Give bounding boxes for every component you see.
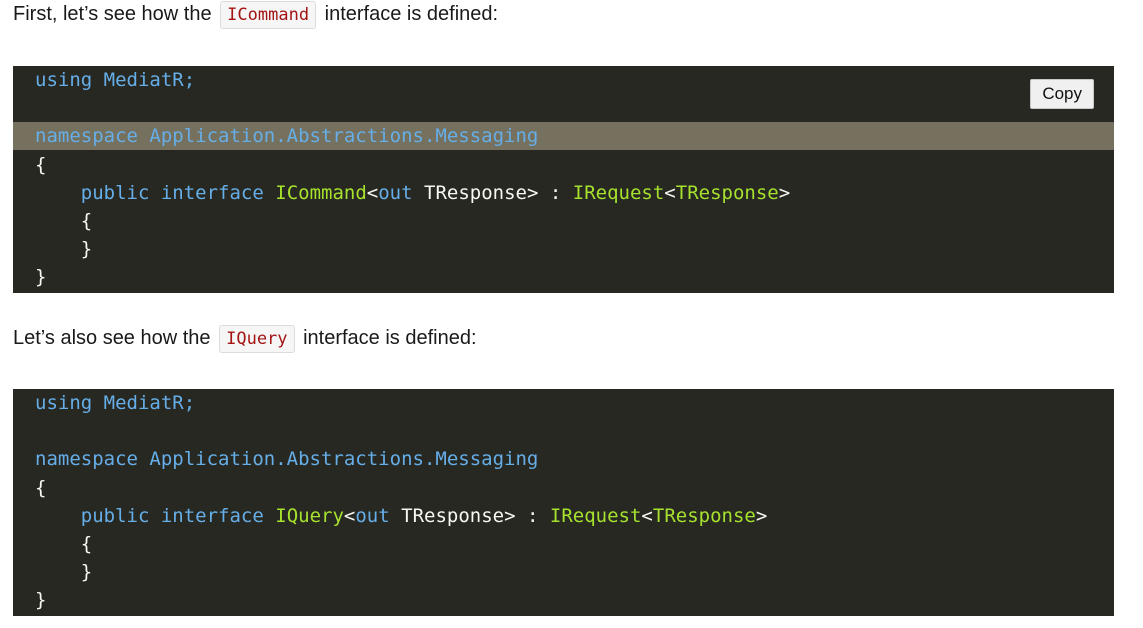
base-type-arg-tresponse: TResponse — [675, 182, 779, 204]
close-brace: } — [35, 589, 47, 611]
namespace-mediatr: MediatR; — [103, 69, 196, 91]
colon: : — [549, 182, 562, 204]
code-line-interface-declaration: public interface IQuery<out TResponse> :… — [13, 502, 1114, 530]
code-line-close-brace: } — [13, 263, 1114, 291]
code-line-interface-declaration: public interface ICommand<out TResponse>… — [13, 179, 1114, 207]
code-line-inner-open-brace: { — [13, 530, 1114, 558]
code-block-iquery: using MediatR; namespace Application.Abs… — [13, 389, 1114, 616]
keyword-interface: interface — [160, 505, 264, 527]
generic-open: < — [641, 505, 653, 527]
inner-close-brace: } — [80, 238, 93, 260]
type-param-tresponse: TResponse — [401, 505, 505, 527]
generic-close: > — [526, 182, 539, 204]
inline-code-iquery: IQuery — [219, 325, 295, 353]
code-block-icommand: Copy using MediatR; namespace Applicatio… — [13, 66, 1114, 293]
code-line-open-brace: { — [13, 151, 1114, 179]
generic-close: > — [778, 182, 791, 204]
generic-close: > — [504, 505, 516, 527]
open-brace: { — [35, 154, 47, 176]
base-type-irequest: IRequest — [549, 505, 642, 527]
keyword-using: using — [35, 392, 93, 414]
keyword-using: using — [35, 69, 93, 91]
keyword-out: out — [355, 505, 390, 527]
code-line-inner-open-brace: { — [13, 207, 1114, 235]
keyword-out: out — [378, 182, 413, 204]
code-line-inner-close-brace: } — [13, 558, 1114, 586]
namespace-name: Application.Abstractions.Messaging — [149, 125, 539, 147]
base-type-irequest: IRequest — [572, 182, 665, 204]
base-type-arg-tresponse: TResponse — [652, 505, 756, 527]
keyword-public: public — [80, 505, 150, 527]
intro-paragraph-iquery: Let’s also see how the IQuery interface … — [13, 324, 477, 353]
inner-open-brace: { — [80, 210, 93, 232]
inner-close-brace: } — [80, 561, 93, 583]
colon: : — [527, 505, 539, 527]
generic-open: < — [664, 182, 676, 204]
keyword-namespace: namespace — [35, 125, 138, 147]
generic-close: > — [755, 505, 768, 527]
paragraph-text: Let’s also see how the — [13, 327, 211, 349]
inner-open-brace: { — [80, 533, 93, 555]
paragraph-text: interface is defined: — [324, 3, 499, 25]
keyword-interface: interface — [160, 182, 264, 204]
generic-open: < — [343, 505, 356, 527]
inline-code-icommand: ICommand — [220, 1, 317, 29]
code-line-using: using MediatR; — [13, 66, 1114, 94]
code-line-inner-close-brace: } — [13, 235, 1114, 263]
type-param-tresponse: TResponse — [424, 182, 527, 204]
interface-name-icommand: ICommand — [275, 182, 367, 204]
paragraph-text: First, let’s see how the — [13, 3, 212, 25]
keyword-public: public — [80, 182, 150, 204]
code-line-close-brace: } — [13, 586, 1114, 614]
code-line-open-brace: { — [13, 474, 1114, 502]
keyword-namespace: namespace — [35, 448, 138, 470]
close-brace: } — [35, 266, 47, 288]
namespace-mediatr: MediatR; — [103, 392, 196, 414]
namespace-name: Application.Abstractions.Messaging — [149, 448, 539, 470]
interface-name-iquery: IQuery — [275, 505, 344, 527]
intro-paragraph-icommand: First, let’s see how the ICommand interf… — [13, 0, 498, 29]
open-brace: { — [35, 477, 47, 499]
generic-open: < — [366, 182, 379, 204]
code-line-namespace: namespace Application.Abstractions.Messa… — [13, 445, 1114, 473]
paragraph-text: interface is defined: — [303, 327, 477, 349]
code-line-using: using MediatR; — [13, 389, 1114, 417]
code-line-namespace-highlighted: namespace Application.Abstractions.Messa… — [13, 122, 1114, 150]
